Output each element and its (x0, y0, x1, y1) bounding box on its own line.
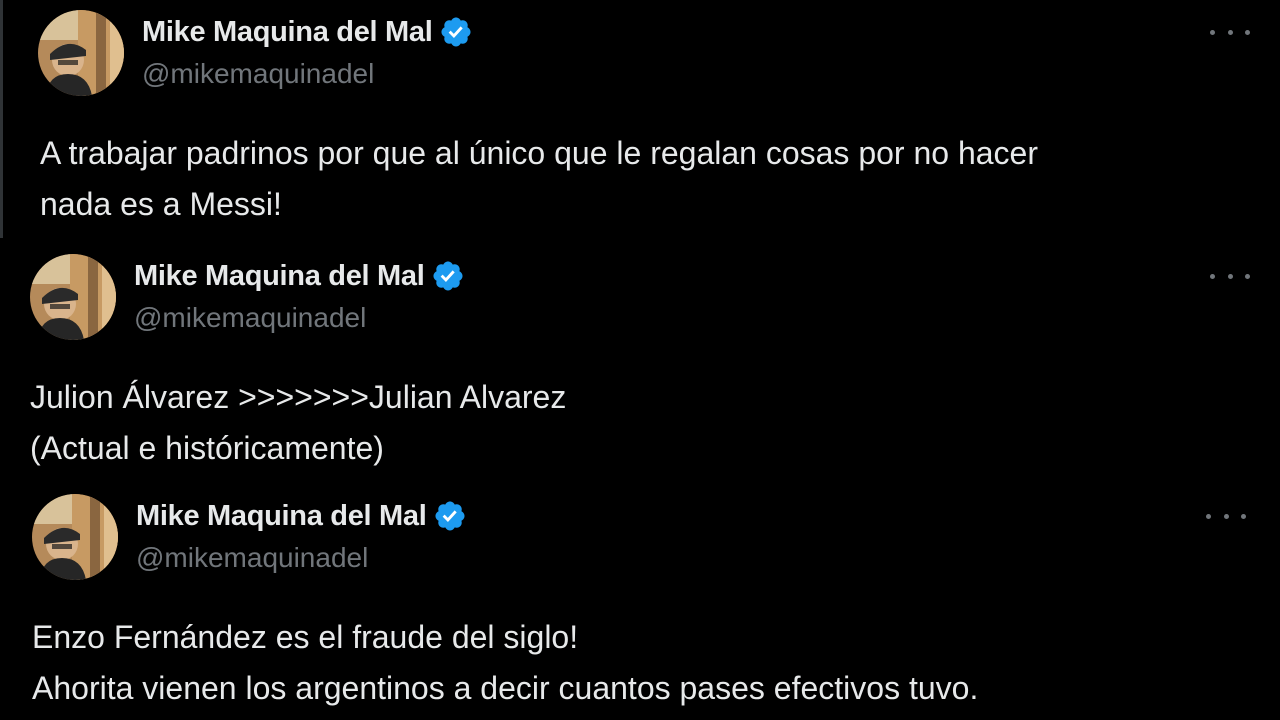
verified-badge-icon (434, 501, 465, 531)
ellipsis-icon (1245, 273, 1250, 279)
ellipsis-icon (1206, 513, 1211, 519)
ellipsis-icon (1227, 273, 1233, 279)
ellipsis-icon (1245, 29, 1250, 35)
tweet-card[interactable]: Mike Maquina del Mal @mikemaquinadel A t… (0, 0, 1280, 238)
handle[interactable]: @mikemaquinadel (134, 302, 366, 334)
avatar[interactable] (30, 254, 116, 340)
verified-badge-icon (440, 17, 471, 47)
user-avatar-icon (30, 254, 116, 340)
handle[interactable]: @mikemaquinadel (142, 58, 374, 90)
ellipsis-icon (1241, 513, 1246, 519)
tweet-text-line: A trabajar padrinos por que al único que… (40, 135, 1038, 171)
tweet-text-line: Ahorita vienen los argentinos a decir cu… (32, 670, 979, 706)
tweet-text-line: Enzo Fernández es el fraude del siglo! (32, 619, 579, 655)
tweet-text: Julion Álvarez >>>>>>>Julian Alvarez (Ac… (30, 372, 566, 474)
avatar[interactable] (32, 494, 118, 580)
more-options-button[interactable] (1210, 266, 1250, 286)
author-row: Mike Maquina del Mal (134, 258, 465, 294)
author-row: Mike Maquina del Mal (142, 14, 473, 50)
ellipsis-icon (1210, 29, 1215, 35)
more-options-button[interactable] (1206, 506, 1246, 526)
author-row: Mike Maquina del Mal (136, 498, 467, 534)
more-options-button[interactable] (1210, 22, 1250, 42)
tweet-text: Enzo Fernández es el fraude del siglo! A… (32, 612, 978, 714)
tweet-text-line: nada es a Messi! (40, 186, 282, 222)
ellipsis-icon (1223, 513, 1229, 519)
ellipsis-icon (1227, 29, 1233, 35)
tweet-text-line: Julion Álvarez >>>>>>>Julian Alvarez (30, 379, 567, 415)
avatar[interactable] (38, 10, 124, 96)
handle[interactable]: @mikemaquinadel (136, 542, 368, 574)
user-avatar-icon (38, 10, 124, 96)
tweet-card[interactable]: Mike Maquina del Mal @mikemaquinadel Jul… (0, 244, 1280, 480)
display-name[interactable]: Mike Maquina del Mal (136, 500, 427, 533)
display-name[interactable]: Mike Maquina del Mal (142, 16, 433, 49)
display-name[interactable]: Mike Maquina del Mal (134, 260, 425, 293)
verified-badge-icon (432, 261, 463, 291)
tweet-text-line: (Actual e históricamente) (30, 430, 384, 466)
tweet-text: A trabajar padrinos por que al único que… (40, 128, 1038, 230)
user-avatar-icon (32, 494, 118, 580)
tweet-card[interactable]: Mike Maquina del Mal @mikemaquinadel Enz… (0, 484, 1280, 720)
ellipsis-icon (1210, 273, 1215, 279)
